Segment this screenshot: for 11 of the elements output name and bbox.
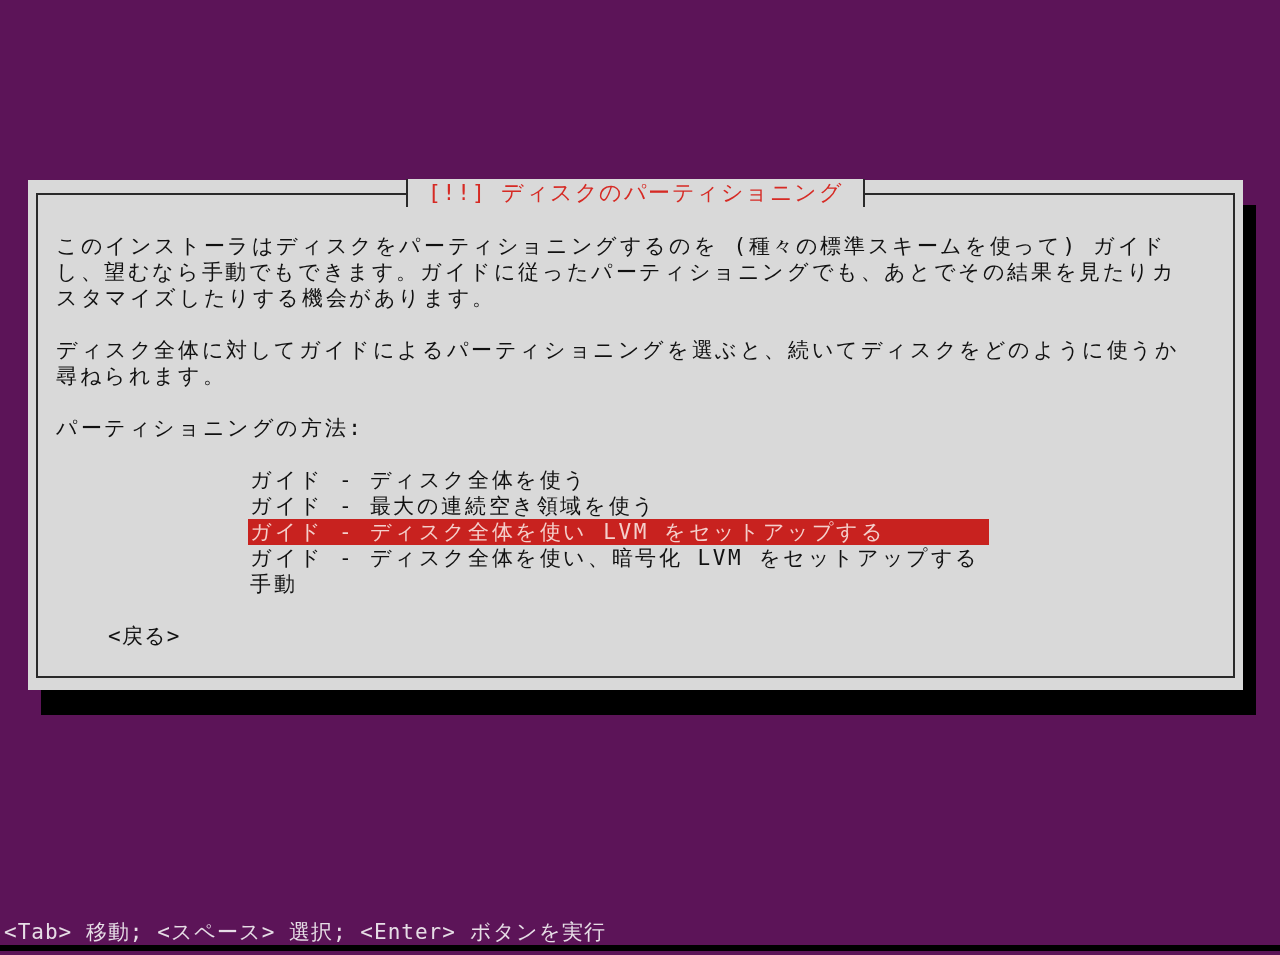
menu-option[interactable]: ガイド - ディスク全体を使う: [248, 467, 989, 493]
description-text: ディスク全体に対してガイドによるパーティショニングを選ぶと、続いてディスクをどのように使うか尋ねられます。: [56, 337, 1181, 389]
status-bar: <Tab> 移動; <スペース> 選択; <Enter> ボタンを実行: [0, 919, 1280, 951]
description-text: このインストーラはディスクをパーティショニングするのを (種々の標準スキームを使って) ガイドし、望むなら手動でもできます。ガイドに従ったパーティショニングでも、あとでその結果を見たりカスタマイズしたりする機会があります。: [56, 233, 1178, 311]
back-button[interactable]: <戻る>: [108, 623, 181, 649]
menu-option[interactable]: ガイド - ディスク全体を使い LVM をセットアップする: [248, 519, 989, 545]
menu-option[interactable]: 手動: [248, 571, 989, 597]
prompt-text: パーティショニングの方法:: [56, 415, 365, 441]
dialog-title: [!!] ディスクのパーティショニング: [405, 179, 866, 207]
menu-option[interactable]: ガイド - 最大の連続空き領域を使う: [248, 493, 989, 519]
menu-option[interactable]: ガイド - ディスク全体を使い、暗号化 LVM をセットアップする: [248, 545, 989, 571]
